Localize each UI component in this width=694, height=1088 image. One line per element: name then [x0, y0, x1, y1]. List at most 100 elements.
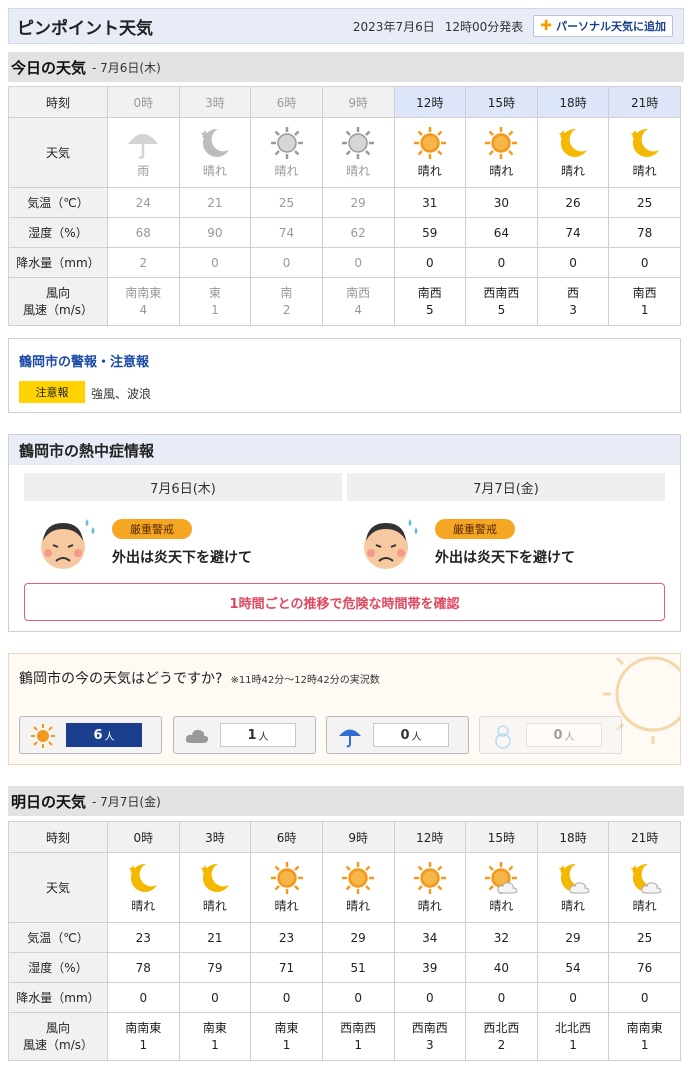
time-cell: 18時: [536, 86, 610, 118]
hourly-heat-link-button[interactable]: 1時間ごとの推移で危険な時間帯を確認: [24, 583, 665, 621]
wind-direction: 南: [280, 285, 293, 300]
wind-speed: 1: [282, 1037, 291, 1052]
precip-cell: 0: [178, 247, 252, 278]
poll-question-text: 鶴岡市の今の天気はどうですか?: [19, 671, 223, 687]
moon-icon: [558, 128, 588, 157]
sun-icon: [31, 724, 55, 748]
poll-note: ※11時42分～12時42分の実況数: [230, 675, 380, 686]
poll-question: 鶴岡市の今の天気はどうですか? ※11時42分～12時42分の実況数: [19, 668, 380, 688]
weather-cell: 晴れ: [178, 852, 252, 923]
wind-cell: 南西 1: [608, 277, 681, 326]
heatstroke-title: 鶴岡市の熱中症情報: [9, 435, 680, 465]
humidity-cell: 68: [107, 217, 180, 248]
heat-day1-message: 外出は炎天下を避けて: [112, 550, 252, 566]
precip-cell: 0: [536, 247, 610, 278]
temp-cell: 26: [536, 187, 610, 218]
weather-label: 天気: [8, 852, 108, 923]
wind-label: 風向 風速（m/s）: [8, 277, 108, 326]
wind-cell: 南西 4: [321, 277, 395, 326]
wind-speed: 1: [354, 1037, 362, 1052]
wind-cell: 南東 1: [250, 1012, 323, 1061]
wind-cell: 西南西 3: [393, 1012, 467, 1061]
precip-cell: 0: [250, 982, 323, 1013]
precip-cell: 0: [250, 247, 323, 278]
humidity-label: 湿度（%）: [8, 952, 108, 983]
temp-cell: 23: [107, 922, 180, 953]
heatstroke-box: 鶴岡市の熱中症情報 7月6日(木) 7月7日(金) 厳重警戒 外出は炎天下を避け…: [8, 434, 681, 632]
sun-icon: [270, 127, 303, 159]
wind-cell: 南南東 1: [608, 1012, 681, 1061]
wind-direction: 東: [208, 285, 221, 300]
humidity-cell: 74: [250, 217, 323, 248]
vote-sunny-button[interactable]: 6人: [19, 716, 162, 754]
time-cell: 0時: [107, 821, 180, 853]
weather-name: 晴れ: [417, 899, 442, 913]
precip-cell: 0: [465, 982, 538, 1013]
wind-cell: 北北西 1: [536, 1012, 610, 1061]
page-title: ピンポイント天気: [17, 18, 153, 39]
wind-speed: 1: [211, 1037, 219, 1052]
time-cell: 21時: [608, 821, 681, 853]
wind-cell: 南2: [250, 277, 323, 326]
add-personal-weather-button[interactable]: ✚ パーソナル天気に追加: [533, 15, 673, 37]
time-cell: 15時: [465, 821, 538, 853]
sun-icon: [342, 127, 375, 159]
precip-cell: 0: [393, 247, 467, 278]
sun-icon: [342, 862, 375, 894]
humidity-cell: 40: [465, 952, 538, 983]
weather-cell: 晴れ: [321, 852, 395, 923]
wind-cell: 西南西 1: [321, 1012, 395, 1061]
wind-direction: 南南東: [125, 1020, 162, 1035]
heat-day2-level: 厳重警戒: [435, 519, 515, 539]
wind-speed: 4: [354, 302, 362, 317]
wind-cell: 南南東 1: [107, 1012, 180, 1061]
humidity-cell: 54: [536, 952, 610, 983]
weather-cell: 晴れ: [178, 117, 252, 188]
temp-cell: 32: [465, 922, 538, 953]
weather-cell: 晴れ: [393, 852, 467, 923]
vote-sunny-count: 6人: [66, 723, 142, 747]
temp-cell: 29: [321, 187, 395, 218]
weather-name: 晴れ: [131, 899, 156, 913]
weather-name: 晴れ: [489, 164, 514, 178]
publish-time: 12時00分発表: [444, 19, 524, 34]
moon-icon: [200, 128, 229, 157]
time-label: 時刻: [8, 821, 108, 853]
wind-speed: 1: [640, 302, 649, 317]
time-cell: 12時: [393, 821, 467, 853]
precip-label: 降水量（mm）: [8, 982, 108, 1013]
weather-name: 晴れ: [274, 899, 299, 913]
wind-cell: 西3: [536, 277, 610, 326]
weather-name: 晴れ: [489, 899, 514, 913]
warning-text: 強風、波浪: [91, 387, 152, 401]
weather-name: 晴れ: [632, 164, 657, 178]
worried-face-icon: [41, 519, 95, 569]
wind-speed: 1: [211, 302, 219, 317]
humidity-cell: 62: [321, 217, 395, 248]
moon-icon: [129, 863, 158, 892]
humidity-cell: 39: [393, 952, 467, 983]
wind-cell: 西南西 5: [465, 277, 538, 326]
current-weather-poll: 鶴岡市の今の天気はどうですか? ※11時42分～12時42分の実況数 6人 1人 …: [8, 653, 681, 765]
temp-label: 気温（℃）: [8, 187, 108, 218]
humidity-cell: 78: [107, 952, 180, 983]
warning-title[interactable]: 鶴岡市の警報・注意報: [19, 351, 149, 370]
wind-direction: 南東: [202, 1020, 227, 1035]
wind-direction: 西北西: [483, 1020, 520, 1035]
precip-cell: 0: [393, 982, 467, 1013]
wind-direction: 南南東: [626, 1020, 663, 1035]
temp-cell: 30: [465, 187, 538, 218]
temp-cell: 21: [178, 922, 252, 953]
publish-date: 2023年7月6日: [352, 19, 435, 34]
weather-cell: 晴れ: [608, 852, 681, 923]
sun-icon: [413, 127, 446, 159]
sun-icon: [413, 862, 446, 894]
wind-direction: 西南西: [411, 1020, 448, 1035]
humidity-cell: 79: [178, 952, 252, 983]
snowman-icon: [495, 725, 511, 749]
vote-cloudy-button[interactable]: 1人: [173, 716, 316, 754]
wind-direction: 西南西: [340, 1020, 377, 1035]
vote-rain-button[interactable]: 0人: [326, 716, 469, 754]
temp-cell: 31: [393, 187, 467, 218]
today-section-header: 今日の天気 - 7月6日(木): [8, 52, 684, 82]
